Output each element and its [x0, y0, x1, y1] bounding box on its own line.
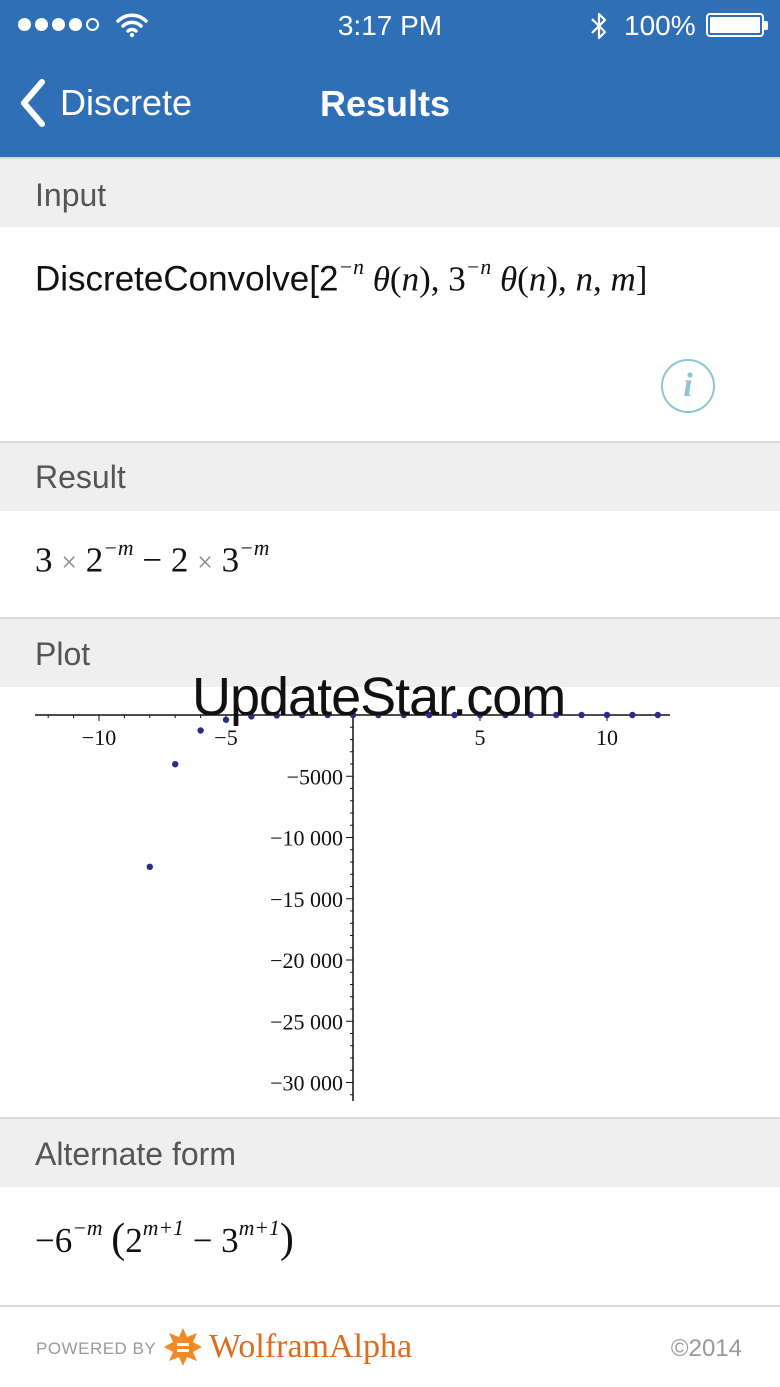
page-title: Results: [320, 83, 451, 124]
data-point: [172, 760, 179, 768]
x-tick-label: 10: [596, 725, 618, 750]
alternate-form-header-label: Alternate form: [35, 1136, 236, 1172]
y-tick-label: −30 000: [270, 1071, 343, 1096]
result-header-label: Result: [35, 459, 126, 495]
input-expression: DiscreteConvolve[2−n θ(n), 3−n θ(n), n, …: [35, 254, 648, 299]
x-tick-label: −5: [214, 725, 237, 750]
back-button-label: Discrete: [60, 82, 193, 123]
wolframalpha-logo[interactable]: WolframAlpha: [163, 1327, 412, 1367]
data-point: [654, 711, 661, 719]
watermark: UpdateStar.com: [192, 667, 566, 727]
status-bar: 3:17 PM 100%: [0, 0, 780, 52]
data-point: [629, 711, 636, 719]
y-tick-label: −25 000: [270, 1009, 343, 1034]
input-header-label: Input: [35, 177, 107, 213]
battery-icon: [706, 13, 768, 37]
back-button[interactable]: Discrete: [18, 78, 192, 128]
result-section-header: Result: [0, 441, 780, 511]
bluetooth-icon: [591, 12, 607, 40]
y-tick-label: −15 000: [270, 887, 343, 912]
data-point: [146, 863, 153, 871]
wolfram-spikey-icon: [164, 1328, 202, 1366]
data-point: [578, 711, 585, 719]
plot-header-label: Plot: [35, 636, 91, 672]
battery-percent: 100%: [624, 10, 696, 41]
alternate-form-expression: −6−m (2m+1 − 3m+1): [35, 1216, 294, 1262]
result-expression: 3 × 2−m − 2 × 3−m: [35, 535, 270, 580]
powered-by-label: POWERED BY: [36, 1339, 157, 1358]
alternate-form-section-header: Alternate form: [0, 1117, 780, 1187]
chevron-left-icon: [21, 79, 45, 127]
y-tick-label: −20 000: [270, 948, 343, 973]
data-point: [197, 727, 204, 734]
brand-name: WolframAlpha: [209, 1328, 413, 1365]
y-tick-label: −10 000: [270, 826, 343, 851]
input-section-header: Input: [0, 157, 780, 227]
navigation-bar: 3:17 PM 100% Discrete Results: [0, 0, 780, 157]
footer: POWERED BY WolframAlpha ©2014: [0, 1305, 780, 1387]
discrete-plot: −10 −5 5 10 −5000 −10 000 −15 000 −20 000 −25 00…: [35, 711, 670, 1101]
y-tick-label: −5000: [287, 764, 343, 789]
info-icon: i: [683, 367, 693, 404]
data-point: [603, 711, 611, 719]
x-tick-label: 5: [475, 725, 486, 750]
copyright: ©2014: [670, 1335, 742, 1362]
info-button[interactable]: i: [661, 359, 715, 413]
x-tick-label: −10: [82, 725, 116, 750]
